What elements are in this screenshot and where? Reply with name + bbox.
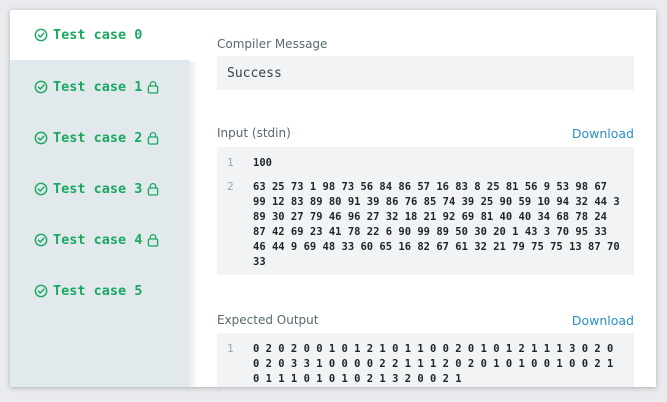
input-title: Input (stdin) (217, 126, 291, 140)
tab-test-case-0[interactable]: Test case 0 (10, 10, 191, 60)
compiler-message-text: Success (227, 65, 282, 81)
check-circle-icon (34, 233, 48, 247)
tab-test-case-3[interactable]: Test case 3 (10, 164, 190, 214)
tab-label: Test case 1 (53, 79, 143, 95)
lock-icon (148, 132, 159, 145)
tab-test-case-4[interactable]: Test case 4 (10, 215, 190, 265)
test-case-details: Compiler Message Success Input (stdin) D… (217, 10, 634, 387)
check-circle-icon (34, 80, 48, 94)
tab-test-case-2[interactable]: Test case 2 (10, 113, 190, 163)
tab-label: Test case 0 (53, 27, 143, 43)
tab-test-case-5[interactable]: Test case 5 (10, 266, 190, 316)
input-download-link[interactable]: Download (572, 126, 634, 141)
check-circle-icon (34, 28, 48, 42)
expected-line-1: 1 0 2 0 2 0 0 1 0 1 2 1 0 1 1 0 0 2 0 1 … (217, 342, 634, 387)
compiler-message-title: Compiler Message (217, 37, 328, 51)
tab-label: Test case 4 (53, 232, 143, 248)
expected-download-link[interactable]: Download (572, 313, 634, 328)
input-line-2: 2 63 25 73 1 98 73 56 84 86 57 16 83 8 2… (217, 180, 634, 270)
line-number: 2 (227, 180, 234, 193)
lock-icon (148, 81, 159, 94)
tab-label: Test case 2 (53, 130, 143, 146)
check-circle-icon (34, 182, 48, 196)
sidebar-edge-shadow (190, 62, 198, 387)
check-circle-icon (34, 284, 48, 298)
compiler-message-box: Success (217, 56, 634, 90)
tab-test-case-1[interactable]: Test case 1 (10, 62, 190, 112)
expected-line-text: 0 2 0 2 0 0 1 0 1 2 1 0 1 1 0 0 2 0 1 0 … (253, 343, 620, 385)
test-case-sidebar: Test case 0 Test case 1 Test case 2 Test… (10, 10, 191, 387)
tab-label: Test case 3 (53, 181, 143, 197)
check-circle-icon (34, 131, 48, 145)
input-line-text: 63 25 73 1 98 73 56 84 86 57 16 83 8 25 … (253, 181, 626, 268)
input-line-1: 1 100 (217, 156, 634, 171)
expected-output-box: 1 0 2 0 2 0 0 1 0 1 2 1 0 1 1 0 0 2 0 1 … (217, 333, 634, 387)
input-box: 1 100 2 63 25 73 1 98 73 56 84 86 57 16 … (217, 147, 634, 275)
line-number: 1 (227, 342, 234, 355)
tab-label: Test case 5 (53, 283, 143, 299)
lock-icon (148, 183, 159, 196)
expected-output-title: Expected Output (217, 313, 319, 327)
test-results-panel: Test case 0 Test case 1 Test case 2 Test… (10, 10, 656, 387)
lock-icon (148, 234, 159, 247)
line-number: 1 (227, 156, 234, 169)
input-line-text: 100 (253, 157, 272, 169)
